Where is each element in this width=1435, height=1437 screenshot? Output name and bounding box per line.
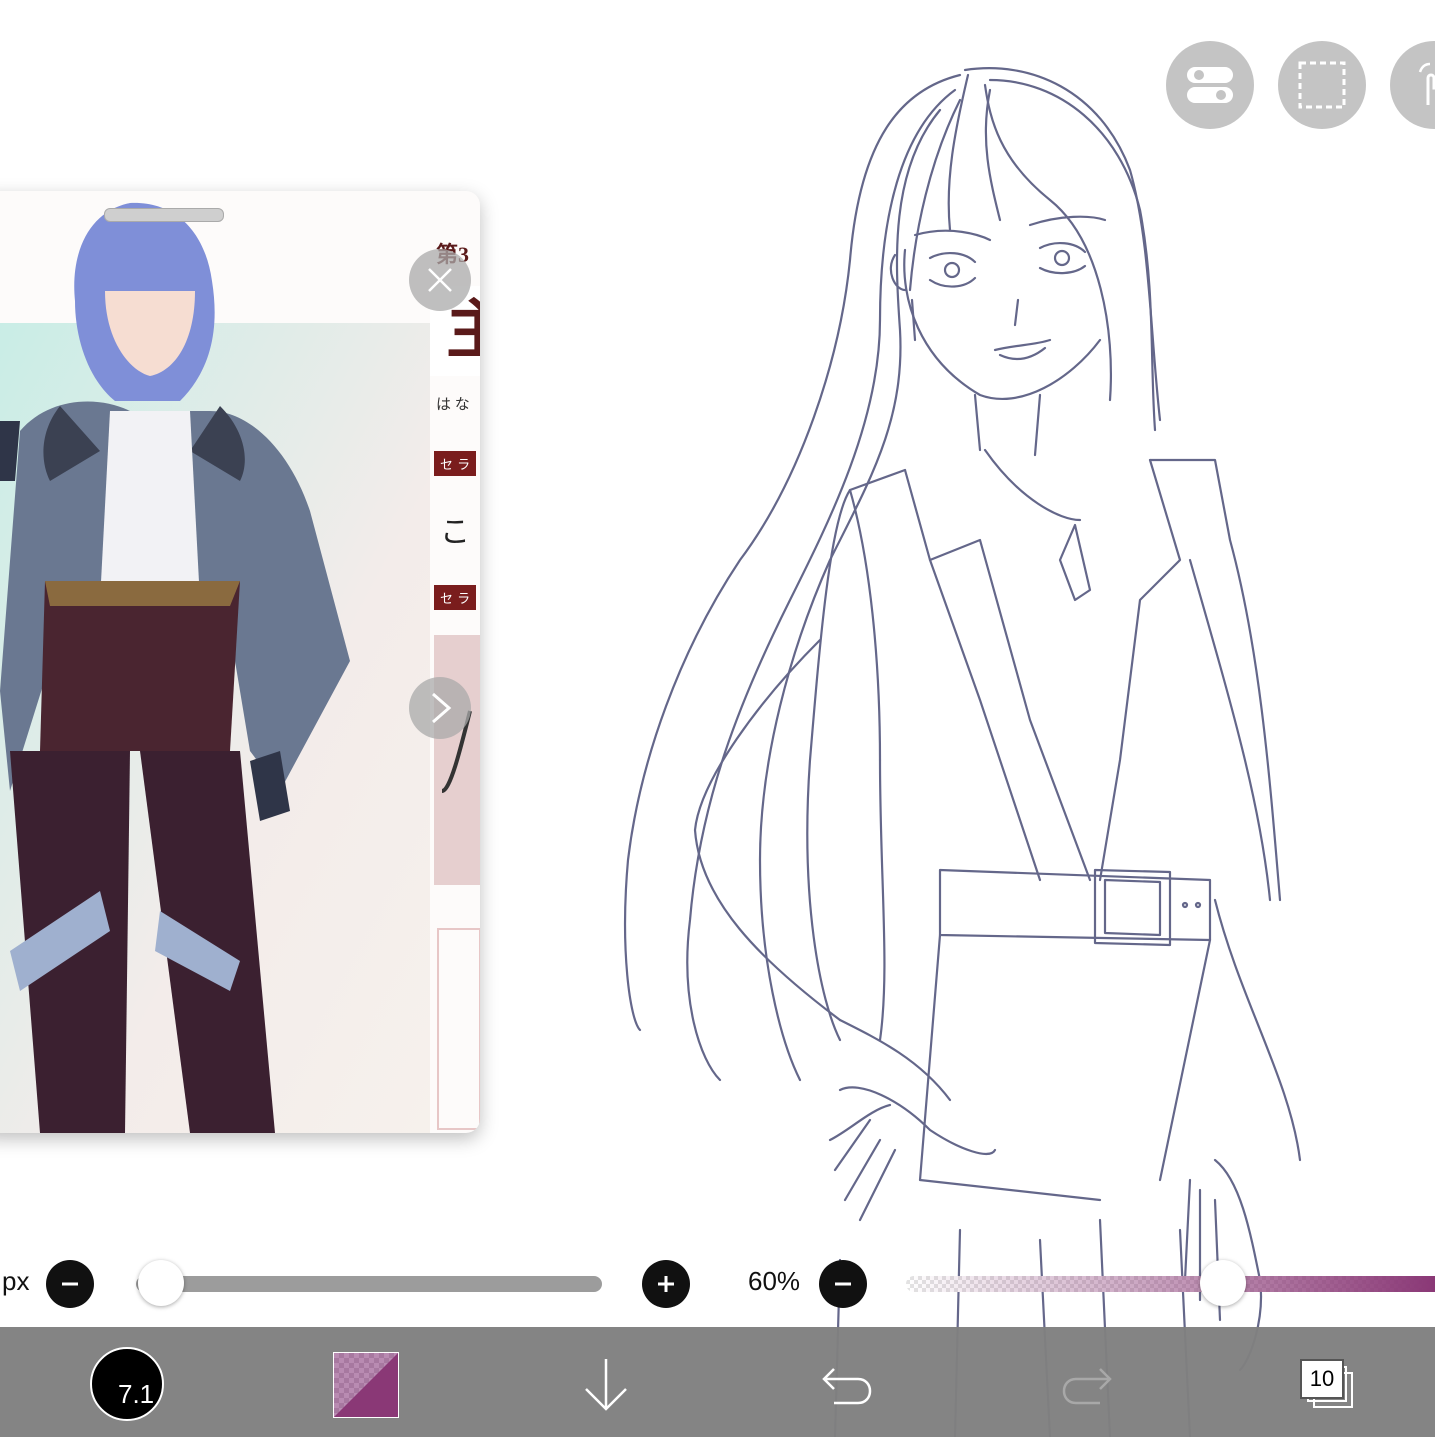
reference-next-button[interactable] — [409, 677, 471, 739]
undo-button[interactable] — [820, 1363, 874, 1407]
reference-image — [0, 202, 480, 1133]
ref-tag-2: セ ラ — [434, 585, 477, 610]
plus-icon — [658, 1276, 674, 1292]
reference-close-button[interactable] — [409, 249, 471, 311]
selection-button[interactable] — [1278, 41, 1366, 129]
chevron-right-icon — [432, 692, 452, 724]
layers-button[interactable]: 10 — [1300, 1359, 1356, 1411]
current-color-swatch — [334, 1353, 398, 1417]
toggle-switch-icon — [1187, 67, 1233, 103]
minus-icon — [835, 1282, 851, 1286]
brush-size-value: 7.1 — [118, 1379, 155, 1409]
brush-size-decrease-button[interactable] — [46, 1260, 94, 1308]
brush-size-unit: px — [2, 1266, 30, 1296]
brush-size-slider-thumb[interactable] — [138, 1260, 184, 1306]
redo-button[interactable] — [1060, 1363, 1114, 1407]
color-button[interactable] — [333, 1352, 399, 1418]
minus-icon — [62, 1282, 78, 1286]
redo-icon — [1062, 1368, 1112, 1405]
merge-down-button[interactable] — [580, 1357, 632, 1413]
opacity-label: 60% — [748, 1266, 801, 1296]
reference-window[interactable]: 第3 主 は な セ ラ こ セ ラ — [0, 191, 480, 1133]
opacity-slider-fill — [906, 1276, 1435, 1292]
brush-size-slider[interactable] — [136, 1276, 602, 1292]
ref-reading: は な — [436, 397, 470, 413]
bottom-toolbar: 7.1 10 — [0, 1327, 1435, 1437]
touch-hand-icon — [1418, 62, 1435, 105]
reference-drag-handle[interactable] — [104, 208, 224, 222]
opacity-slider[interactable] — [906, 1276, 1435, 1292]
undo-icon — [822, 1368, 872, 1405]
brush-button[interactable]: 7.1 — [90, 1347, 164, 1421]
layer-count: 10 — [1300, 1359, 1344, 1399]
line-sketch — [624, 67, 1302, 1437]
ref-tag-1: セ ラ — [434, 451, 477, 476]
dashed-selection-icon — [1298, 61, 1346, 109]
toggle-switch-button[interactable] — [1166, 41, 1254, 129]
close-icon — [428, 268, 452, 292]
brush-size-increase-button[interactable] — [642, 1260, 690, 1308]
opacity-decrease-button[interactable] — [819, 1260, 867, 1308]
arrow-down-icon — [585, 1359, 627, 1411]
ref-line-1: こ — [440, 516, 470, 549]
